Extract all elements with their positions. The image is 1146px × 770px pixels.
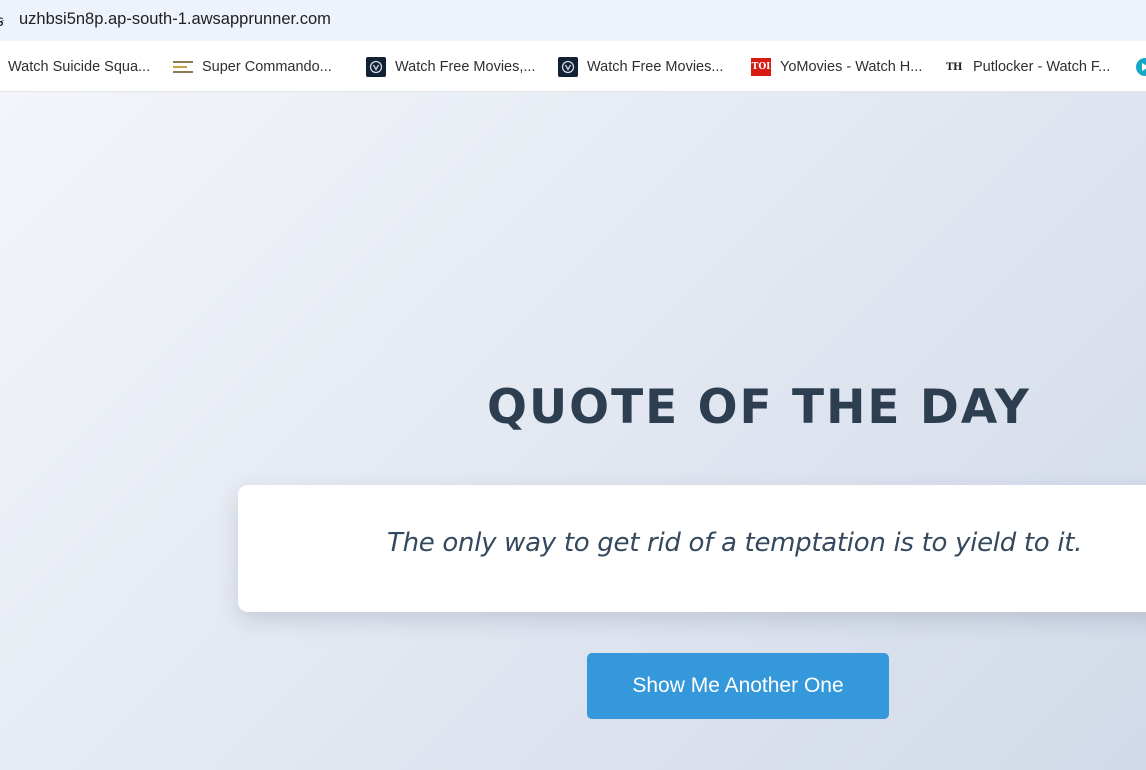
movie-site-icon bbox=[366, 57, 386, 77]
bookmark-label: Putlocker - Watch F... bbox=[973, 59, 1111, 75]
page-title: QUOTE OF THE DAY bbox=[487, 380, 1031, 435]
bookmark-watch-free-movies-2[interactable]: Watch Free Movies... bbox=[558, 57, 723, 77]
quote-text: The only way to get rid of a temptation … bbox=[387, 528, 1083, 558]
bookmark-putlocker[interactable]: TH Putlocker - Watch F... bbox=[944, 57, 1110, 77]
bookmark-label: Super Commando... bbox=[202, 59, 332, 75]
play-circle-icon bbox=[1136, 58, 1146, 76]
bookmark-label: Watch Free Movies,... bbox=[395, 59, 536, 75]
th-icon: TH bbox=[946, 61, 962, 73]
movie-site-icon bbox=[558, 57, 578, 77]
bookmarks-bar: Watch Suicide Squa... Super Commando... … bbox=[0, 41, 1146, 92]
bookmark-label: Watch Suicide Squa... bbox=[8, 59, 151, 75]
bookmark-yomovies[interactable]: TOI YoMovies - Watch H... bbox=[751, 57, 922, 77]
show-another-quote-button[interactable]: Show Me Another One bbox=[587, 653, 889, 719]
bookmark-super-commando[interactable]: Super Commando... bbox=[173, 57, 332, 77]
toi-icon: TOI bbox=[751, 57, 771, 77]
bookmark-watch-free-movies-1[interactable]: Watch Free Movies,... bbox=[366, 57, 535, 77]
address-bar[interactable]: ꞩ uzhbsi5n8p.ap-south-1.awsapprunner.com bbox=[0, 0, 1146, 41]
bookmark-label: Watch Free Movies... bbox=[587, 59, 724, 75]
bookmark-label: YoMovies - Watch H... bbox=[780, 59, 923, 75]
bookmark-watch-suicide-squad[interactable]: Watch Suicide Squa... bbox=[8, 57, 150, 77]
page-background: QUOTE OF THE DAY The only way to get rid… bbox=[0, 92, 1146, 770]
quote-card: The only way to get rid of a temptation … bbox=[238, 485, 1146, 612]
address-url[interactable]: uzhbsi5n8p.ap-south-1.awsapprunner.com bbox=[19, 10, 331, 29]
site-logo-icon bbox=[173, 57, 193, 77]
bookmark-overflow[interactable] bbox=[1136, 57, 1146, 77]
site-info-icon[interactable]: ꞩ bbox=[0, 12, 5, 30]
